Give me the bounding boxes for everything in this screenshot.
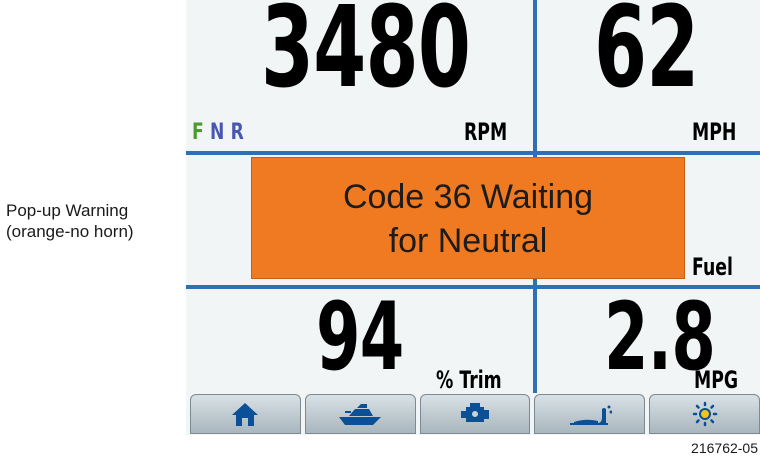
trim-icon xyxy=(569,405,612,425)
callout-line-1: Pop-up Warning xyxy=(6,201,129,220)
gear-indicator: FNR xyxy=(192,120,250,145)
callout-line-2: (orange-no horn) xyxy=(6,222,134,241)
tab-trim[interactable] xyxy=(534,394,646,434)
engine-icon xyxy=(460,403,489,422)
warning-popup[interactable]: Code 36 Waiting for Neutral xyxy=(251,157,685,279)
boat-icon xyxy=(339,404,382,425)
horizontal-divider-top xyxy=(186,151,760,155)
economy-unit: MPG xyxy=(694,366,739,394)
rpm-unit: RPM xyxy=(464,118,508,146)
warning-popup-line-2: for Neutral xyxy=(388,222,548,260)
figure: Pop-up Warning (orange-no horn) 3480 RPM… xyxy=(0,0,760,460)
tab-boat[interactable] xyxy=(304,394,416,434)
tab-brightness[interactable] xyxy=(649,394,760,434)
figure-id: 216762-05 xyxy=(691,440,758,456)
fuel-unit: Fuel xyxy=(692,253,733,281)
trim-value: 94 xyxy=(316,283,404,392)
brightness-icon xyxy=(692,401,717,427)
gear-neutral: N xyxy=(209,120,225,145)
rpm-value: 3480 xyxy=(261,0,471,113)
gear-reverse: R xyxy=(230,120,244,145)
speed-value: 62 xyxy=(594,0,699,113)
speed-unit: MPH xyxy=(692,118,737,146)
tab-engine[interactable] xyxy=(419,394,531,434)
warning-popup-line-1: Code 36 Waiting xyxy=(342,178,594,216)
tab-home[interactable] xyxy=(190,394,301,434)
home-icon xyxy=(232,403,259,426)
trim-unit: % Trim xyxy=(436,366,502,394)
popup-warning-callout: Pop-up Warning (orange-no horn) xyxy=(6,200,134,242)
gear-forward: F xyxy=(192,120,204,145)
tab-bar xyxy=(186,393,760,435)
